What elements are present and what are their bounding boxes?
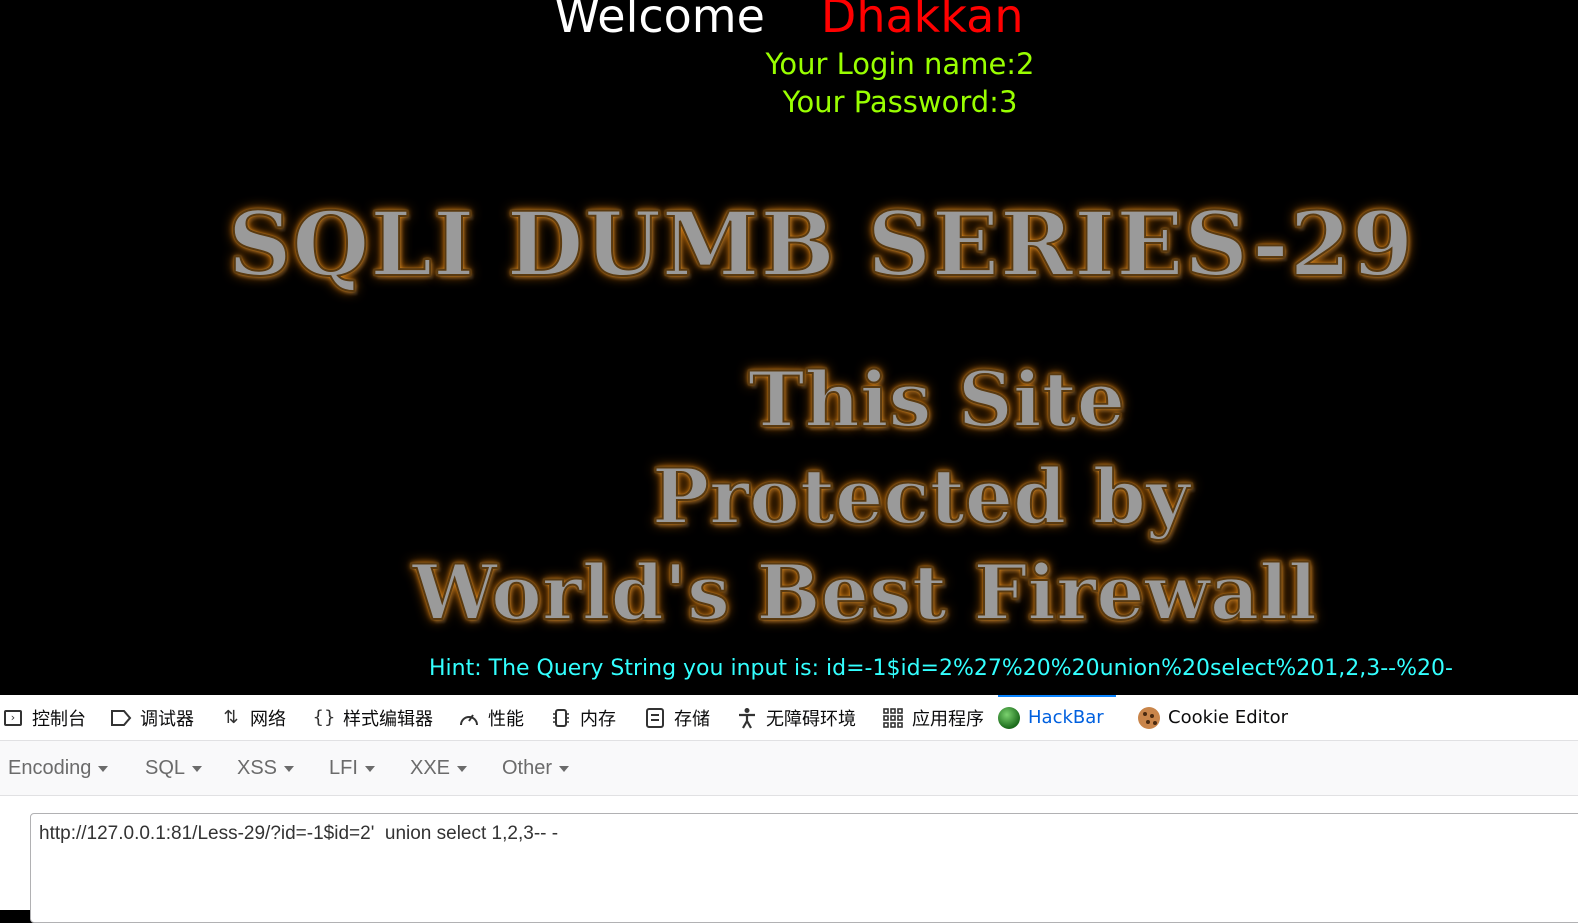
devtools-toolbar: › 控制台 调试器 ⇅ 网络 {} 样式编辑器 性能 内存 存储 无障碍环境 应… bbox=[0, 695, 1578, 741]
menu-label: Encoding bbox=[8, 756, 92, 779]
caret-down-icon bbox=[98, 766, 109, 772]
tab-application[interactable]: 应用程序 bbox=[882, 695, 984, 740]
menu-xxe[interactable]: XXE bbox=[410, 741, 468, 795]
tab-console[interactable]: › 控制台 bbox=[2, 695, 86, 740]
firewall-banner-line-3: World's Best Firewall bbox=[411, 547, 1318, 638]
tab-label: 控制台 bbox=[32, 708, 86, 730]
tab-label: 内存 bbox=[580, 708, 616, 730]
password-text: Your Password:3 bbox=[782, 85, 1018, 119]
web-page: Welcome Dhakkan Your Login name:2 Your Pa… bbox=[0, 0, 1578, 695]
query-hint: Hint: The Query String you input is: id=… bbox=[429, 656, 1453, 681]
tab-label: 无障碍环境 bbox=[766, 708, 856, 730]
login-name-text: Your Login name:2 bbox=[765, 47, 1035, 81]
tab-accessibility[interactable]: 无障碍环境 bbox=[736, 695, 856, 740]
hackbar-icon bbox=[998, 706, 1020, 729]
style-editor-icon: {} bbox=[312, 707, 336, 728]
series-title-banner: SQLI DUMB SERIES-29 bbox=[227, 191, 1415, 297]
caret-down-icon bbox=[457, 766, 468, 772]
hackbar-url-textarea[interactable]: http://127.0.0.1:81/Less-29/?id=-1$id=2'… bbox=[30, 813, 1578, 923]
tab-label: 样式编辑器 bbox=[343, 708, 433, 730]
caret-down-icon bbox=[559, 766, 570, 772]
tab-debugger[interactable]: 调试器 bbox=[110, 695, 194, 740]
tab-performance[interactable]: 性能 bbox=[458, 695, 524, 740]
caret-down-icon bbox=[284, 766, 295, 772]
tab-memory[interactable]: 内存 bbox=[550, 695, 616, 740]
console-icon: › bbox=[2, 707, 24, 729]
firewall-banner-line-1: This Site bbox=[747, 354, 1126, 445]
memory-icon bbox=[550, 707, 572, 729]
menu-label: SQL bbox=[145, 756, 186, 779]
tab-style-editor[interactable]: {} 样式编辑器 bbox=[313, 695, 433, 740]
tab-label: 网络 bbox=[250, 708, 286, 730]
firewall-banner-line-2: Protected by bbox=[651, 451, 1191, 542]
application-icon bbox=[882, 707, 904, 729]
tab-cookie-editor[interactable]: Cookie Editor bbox=[1138, 695, 1288, 740]
performance-icon bbox=[458, 707, 480, 729]
tab-label: 应用程序 bbox=[912, 708, 984, 730]
menu-label: XXE bbox=[410, 756, 451, 779]
tab-label: HackBar bbox=[1028, 707, 1104, 728]
tab-label: 调试器 bbox=[140, 708, 194, 730]
menu-xss[interactable]: XSS bbox=[237, 741, 295, 795]
welcome-heading: Welcome Dhakkan bbox=[0, 0, 1578, 46]
debugger-icon bbox=[110, 707, 132, 729]
caret-down-icon bbox=[364, 766, 375, 772]
menu-lfi[interactable]: LFI bbox=[329, 741, 375, 795]
tab-hackbar[interactable]: HackBar bbox=[998, 695, 1116, 740]
caret-down-icon bbox=[192, 766, 203, 772]
menu-label: XSS bbox=[237, 756, 278, 779]
tab-label: Cookie Editor bbox=[1168, 707, 1289, 728]
menu-label: LFI bbox=[329, 756, 358, 779]
menu-sql[interactable]: SQL bbox=[145, 741, 203, 795]
tab-storage[interactable]: 存储 bbox=[644, 695, 710, 740]
welcome-label: Welcome bbox=[554, 0, 765, 43]
devtools-panel: › 控制台 调试器 ⇅ 网络 {} 样式编辑器 性能 内存 存储 无障碍环境 应… bbox=[0, 695, 1578, 923]
tab-network[interactable]: ⇅ 网络 bbox=[220, 695, 286, 740]
storage-icon bbox=[644, 707, 666, 729]
tab-label: 性能 bbox=[488, 708, 524, 730]
tab-label: 存储 bbox=[674, 708, 710, 730]
menu-other[interactable]: Other bbox=[502, 741, 570, 795]
accessibility-icon bbox=[736, 707, 758, 729]
menu-label: Other bbox=[502, 756, 553, 779]
cookie-icon bbox=[1138, 706, 1160, 729]
menu-encoding[interactable]: Encoding bbox=[8, 741, 109, 795]
url-value: http://127.0.0.1:81/Less-29/?id=-1$id=2'… bbox=[39, 823, 559, 844]
network-icon: ⇅ bbox=[223, 707, 239, 728]
hackbar-menubar: Encoding SQL XSS LFI XXE Other bbox=[0, 741, 1578, 796]
welcome-username: Dhakkan bbox=[820, 0, 1024, 43]
